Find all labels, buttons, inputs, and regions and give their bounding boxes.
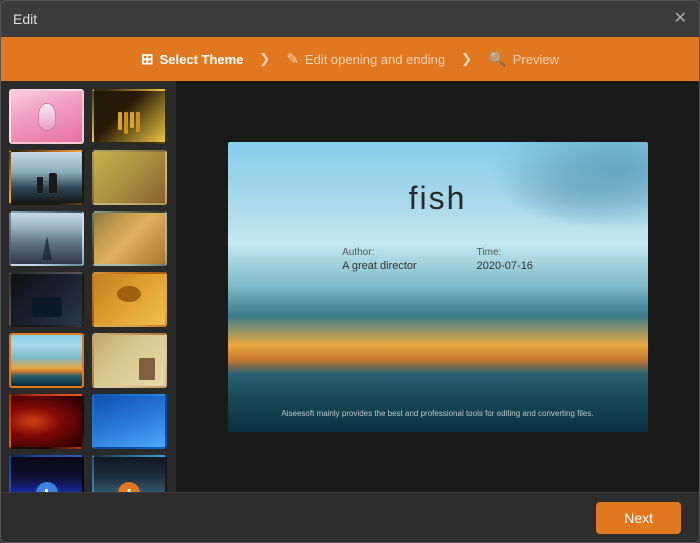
theme-icon: ⊞ — [141, 50, 154, 68]
thumbnail-1[interactable] — [9, 89, 84, 144]
preview-title: fish — [228, 180, 648, 217]
author-label: Author: — [342, 247, 374, 258]
preview-icon: 🔍 — [488, 50, 507, 68]
thumbnail-14[interactable]: ⬇ — [92, 455, 167, 492]
steps-bar: ⊞ Select Theme ❯ ✎ Edit opening and endi… — [1, 37, 699, 81]
main-content: ⬇ ⬇ fish Author: A great director — [1, 81, 699, 492]
step-edit-opening[interactable]: ✎ Edit opening and ending — [272, 50, 459, 68]
thumbnail-sidebar: ⬇ ⬇ — [1, 81, 176, 492]
step3-label: Preview — [513, 52, 559, 67]
preview-meta: Author: A great director Time: 2020-07-1… — [342, 247, 533, 272]
edit-window: Edit ✕ ⊞ Select Theme ❯ ✎ Edit opening a… — [0, 0, 700, 543]
step-select-theme[interactable]: ⊞ Select Theme — [127, 50, 257, 68]
close-button[interactable]: ✕ — [674, 11, 687, 27]
thumbnail-4[interactable] — [92, 150, 167, 205]
step-arrow-2: ❯ — [461, 51, 472, 67]
preview-card: fish Author: A great director Time: 2020… — [228, 142, 648, 432]
step2-label: Edit opening and ending — [305, 52, 445, 67]
edit-icon: ✎ — [286, 50, 299, 68]
author-col: Author: A great director — [342, 247, 417, 272]
download-icon-14[interactable]: ⬇ — [118, 482, 140, 492]
time-value: 2020-07-16 — [477, 260, 533, 272]
author-value: A great director — [342, 260, 417, 272]
thumbnail-7[interactable] — [9, 272, 84, 327]
thumbnail-9[interactable] — [9, 333, 84, 388]
download-icon-13[interactable]: ⬇ — [36, 482, 58, 492]
thumbnail-6[interactable] — [92, 211, 167, 266]
bottom-bar: Next — [1, 492, 699, 542]
thumbnail-12[interactable] — [92, 394, 167, 449]
step-arrow-1: ❯ — [259, 51, 270, 67]
thumbnail-5[interactable] — [9, 211, 84, 266]
step1-label: Select Theme — [160, 52, 244, 67]
preview-footer: Aiseesoft mainly provides the best and p… — [228, 409, 648, 418]
time-col: Time: 2020-07-16 — [477, 247, 533, 272]
title-bar: Edit ✕ — [1, 1, 699, 37]
window-title: Edit — [13, 11, 37, 27]
preview-area: fish Author: A great director Time: 2020… — [176, 81, 699, 492]
thumbnail-3[interactable] — [9, 150, 84, 205]
next-button[interactable]: Next — [596, 502, 681, 534]
thumbnail-2[interactable] — [92, 89, 167, 144]
thumbnail-13[interactable]: ⬇ — [9, 455, 84, 492]
thumbnail-11[interactable] — [9, 394, 84, 449]
time-label: Time: — [477, 247, 502, 258]
thumbnail-10[interactable] — [92, 333, 167, 388]
step-preview[interactable]: 🔍 Preview — [474, 50, 573, 68]
thumbnail-8[interactable] — [92, 272, 167, 327]
